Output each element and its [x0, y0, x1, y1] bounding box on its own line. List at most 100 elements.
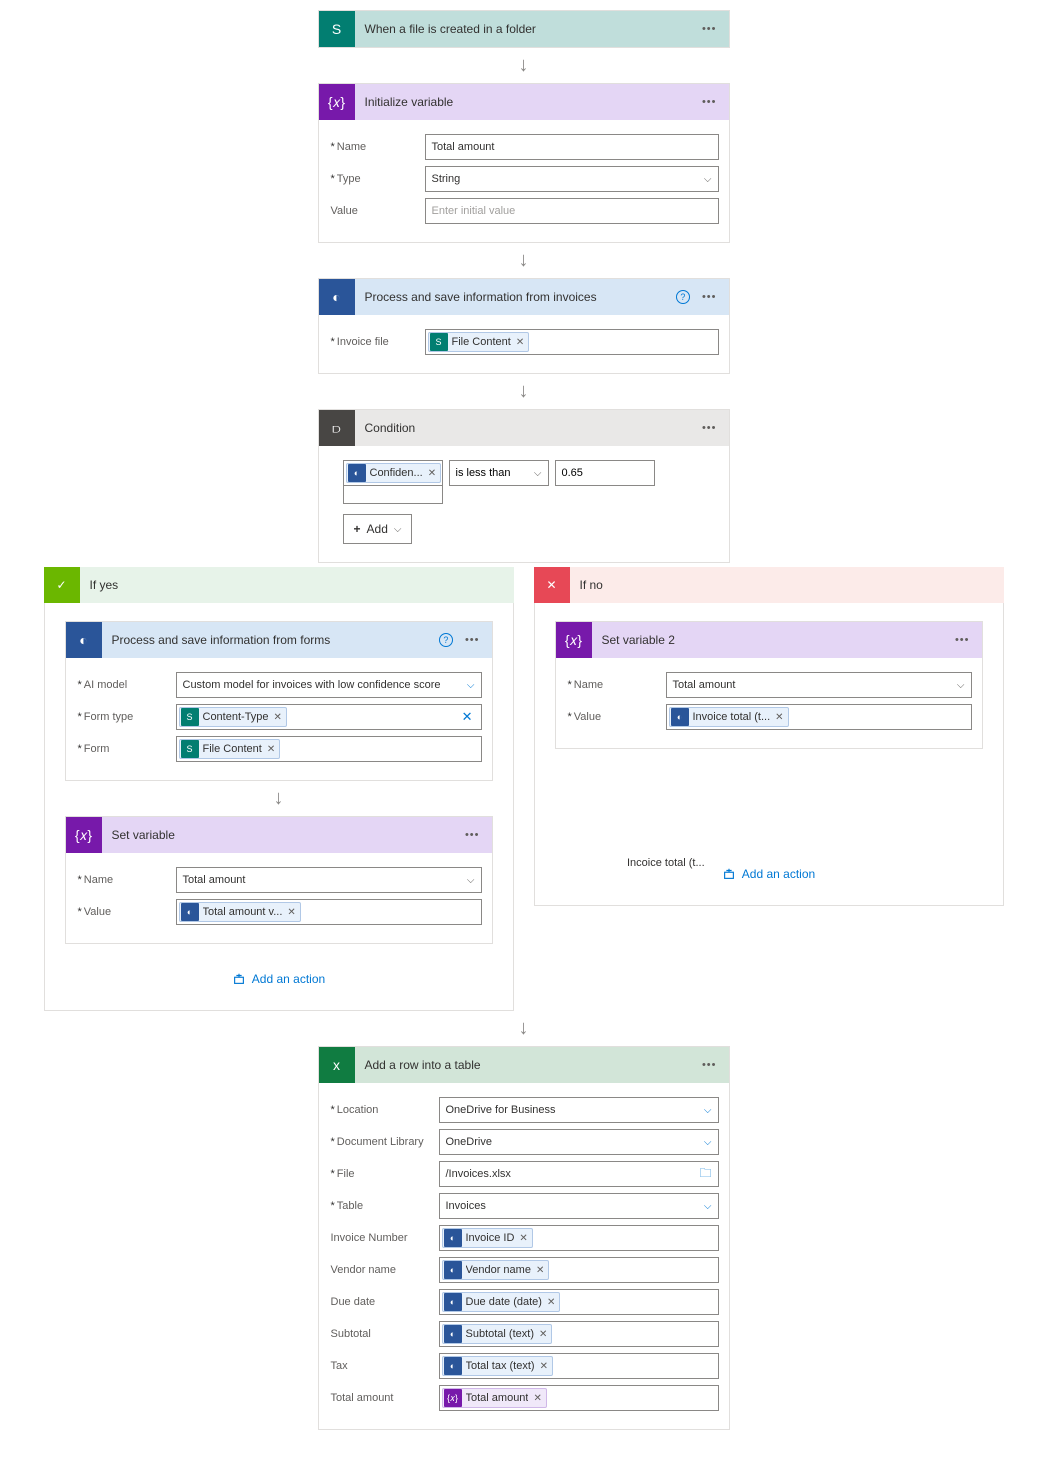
sharepoint-icon: S	[319, 11, 355, 47]
remove-token-icon[interactable]: ✕	[540, 1361, 548, 1372]
token-input[interactable]: ◐Due date (date)✕	[439, 1289, 719, 1315]
card-header[interactable]: ⫐ Condition •••	[319, 410, 729, 446]
remove-token-icon[interactable]: ✕	[539, 1329, 547, 1340]
token[interactable]: ◐Subtotal (text)✕	[442, 1324, 553, 1344]
add-action-icon	[722, 867, 736, 881]
type-select[interactable]: String⌵	[425, 166, 719, 192]
token-invoice-total[interactable]: ◐ Invoice total (t... ✕	[669, 707, 789, 727]
variable-icon: {𝑥}	[556, 622, 592, 658]
remove-token-icon[interactable]: ✕	[274, 712, 282, 723]
more-icon[interactable]: •••	[698, 96, 721, 108]
condition-value-input[interactable]: 0.65	[555, 460, 655, 486]
field-label: Due date	[329, 1296, 439, 1308]
field-label: *Name	[76, 874, 176, 886]
variable-icon: {𝑥}	[66, 817, 102, 853]
remove-token-icon[interactable]: ✕	[775, 712, 783, 723]
field-label: *AI model	[76, 679, 176, 691]
card-header[interactable]: {𝑥} Set variable •••	[66, 817, 492, 853]
token-confidence[interactable]: ◐ Confiden... ✕	[346, 463, 442, 483]
value-input[interactable]: ◐ Total amount v... ✕	[176, 899, 482, 925]
variable-icon: {𝑥}	[319, 84, 355, 120]
token-input[interactable]: ◐Invoice ID✕	[439, 1225, 719, 1251]
card-header[interactable]: ◐ Process and save information from form…	[66, 622, 492, 658]
condition-connector	[343, 486, 443, 504]
token-content-type[interactable]: S Content-Type ✕	[179, 707, 287, 727]
remove-token-icon[interactable]: ✕	[536, 1265, 544, 1276]
ai-token-icon: ◐	[671, 708, 689, 726]
token-input[interactable]: {𝑥}Total amount✕	[439, 1385, 719, 1411]
card-title: Add a row into a table	[355, 1058, 698, 1072]
field-label: *Document Library	[329, 1136, 439, 1148]
chevron-down-icon: ⌵	[957, 680, 965, 691]
chevron-down-icon: ⌵	[704, 1105, 712, 1116]
help-icon[interactable]: ?	[439, 633, 453, 647]
name-select[interactable]: Total amount⌵	[666, 672, 972, 698]
table-select[interactable]: Invoices⌵	[439, 1193, 719, 1219]
location-select[interactable]: OneDrive for Business⌵	[439, 1097, 719, 1123]
invoice-file-input[interactable]: S File Content ✕	[425, 329, 719, 355]
more-icon[interactable]: •••	[698, 23, 721, 35]
token-file-content[interactable]: S File Content ✕	[428, 332, 530, 352]
more-icon[interactable]: •••	[698, 291, 721, 303]
card-title: Condition	[355, 421, 698, 435]
name-select[interactable]: Total amount⌵	[176, 867, 482, 893]
condition-icon: ⫐	[319, 410, 355, 446]
more-icon[interactable]: •••	[461, 634, 484, 646]
token-input[interactable]: ◐Subtotal (text)✕	[439, 1321, 719, 1347]
folder-icon[interactable]: 🗀	[699, 1164, 711, 1185]
add-action-button[interactable]: Add an action	[722, 867, 815, 881]
operator-select[interactable]: is less than⌵	[449, 460, 549, 486]
card-header[interactable]: {𝑥} Initialize variable •••	[319, 84, 729, 120]
ai-token-icon: ◐	[444, 1261, 462, 1279]
add-condition-button[interactable]: + Add ⌵	[343, 514, 413, 544]
token-input[interactable]: ◐Total tax (text)✕	[439, 1353, 719, 1379]
token[interactable]: ◐Invoice ID✕	[442, 1228, 533, 1248]
card-header[interactable]: ◐ Process and save information from invo…	[319, 279, 729, 315]
remove-token-icon[interactable]: ✕	[519, 1233, 527, 1244]
token[interactable]: ◐Vendor name✕	[442, 1260, 550, 1280]
token-total-amount[interactable]: ◐ Total amount v... ✕	[179, 902, 301, 922]
ai-model-select[interactable]: Custom model for invoices with low confi…	[176, 672, 482, 698]
name-input[interactable]: Total amount	[425, 134, 719, 160]
card-header[interactable]: {𝑥} Set variable 2 •••	[556, 622, 982, 658]
more-icon[interactable]: •••	[461, 829, 484, 841]
remove-token-icon[interactable]: ✕	[428, 468, 436, 479]
branch-header-no: ✕ If no	[534, 567, 1004, 603]
field-label: *Type	[329, 173, 425, 185]
card-title: Initialize variable	[355, 95, 698, 109]
arrow-down-icon: ↓	[274, 787, 284, 810]
card-title: Process and save information from invoic…	[355, 290, 676, 304]
form-type-input[interactable]: S Content-Type ✕ ✕	[176, 704, 482, 730]
value-input[interactable]: ◐ Invoice total (t... ✕	[666, 704, 972, 730]
token[interactable]: ◐Total tax (text)✕	[442, 1356, 553, 1376]
condition-left-input[interactable]: ◐ Confiden... ✕	[343, 460, 443, 486]
field-label: Value	[329, 205, 425, 217]
more-icon[interactable]: •••	[698, 422, 721, 434]
chevron-down-icon: ⌵	[534, 468, 542, 479]
more-icon[interactable]: •••	[698, 1059, 721, 1071]
token[interactable]: {𝑥}Total amount✕	[442, 1388, 547, 1408]
remove-token-icon[interactable]: ✕	[267, 744, 275, 755]
excel-add-row-card: x Add a row into a table ••• *Location O…	[318, 1046, 730, 1430]
ai-token-icon: ◐	[348, 464, 366, 482]
remove-token-icon[interactable]: ✕	[547, 1297, 555, 1308]
field-label: *Form type	[76, 711, 176, 723]
token-file-content[interactable]: S File Content ✕	[179, 739, 281, 759]
trigger-card[interactable]: S When a file is created in a folder •••	[318, 10, 730, 48]
value-input[interactable]: Enter initial value	[425, 198, 719, 224]
file-picker[interactable]: /Invoices.xlsx🗀	[439, 1161, 719, 1187]
remove-token-icon[interactable]: ✕	[533, 1393, 541, 1404]
remove-token-icon[interactable]: ✕	[287, 907, 295, 918]
token-input[interactable]: ◐Vendor name✕	[439, 1257, 719, 1283]
clear-icon[interactable]: ✕	[462, 709, 473, 725]
card-header[interactable]: x Add a row into a table •••	[319, 1047, 729, 1083]
library-select[interactable]: OneDrive⌵	[439, 1129, 719, 1155]
token[interactable]: ◐Due date (date)✕	[442, 1292, 561, 1312]
chevron-down-icon: ⌵	[704, 174, 712, 185]
help-icon[interactable]: ?	[676, 290, 690, 304]
more-icon[interactable]: •••	[951, 634, 974, 646]
form-input[interactable]: S File Content ✕	[176, 736, 482, 762]
add-action-button[interactable]: Add an action	[232, 972, 325, 986]
remove-token-icon[interactable]: ✕	[516, 337, 524, 348]
stray-label: Incoice total (t...	[627, 857, 705, 869]
